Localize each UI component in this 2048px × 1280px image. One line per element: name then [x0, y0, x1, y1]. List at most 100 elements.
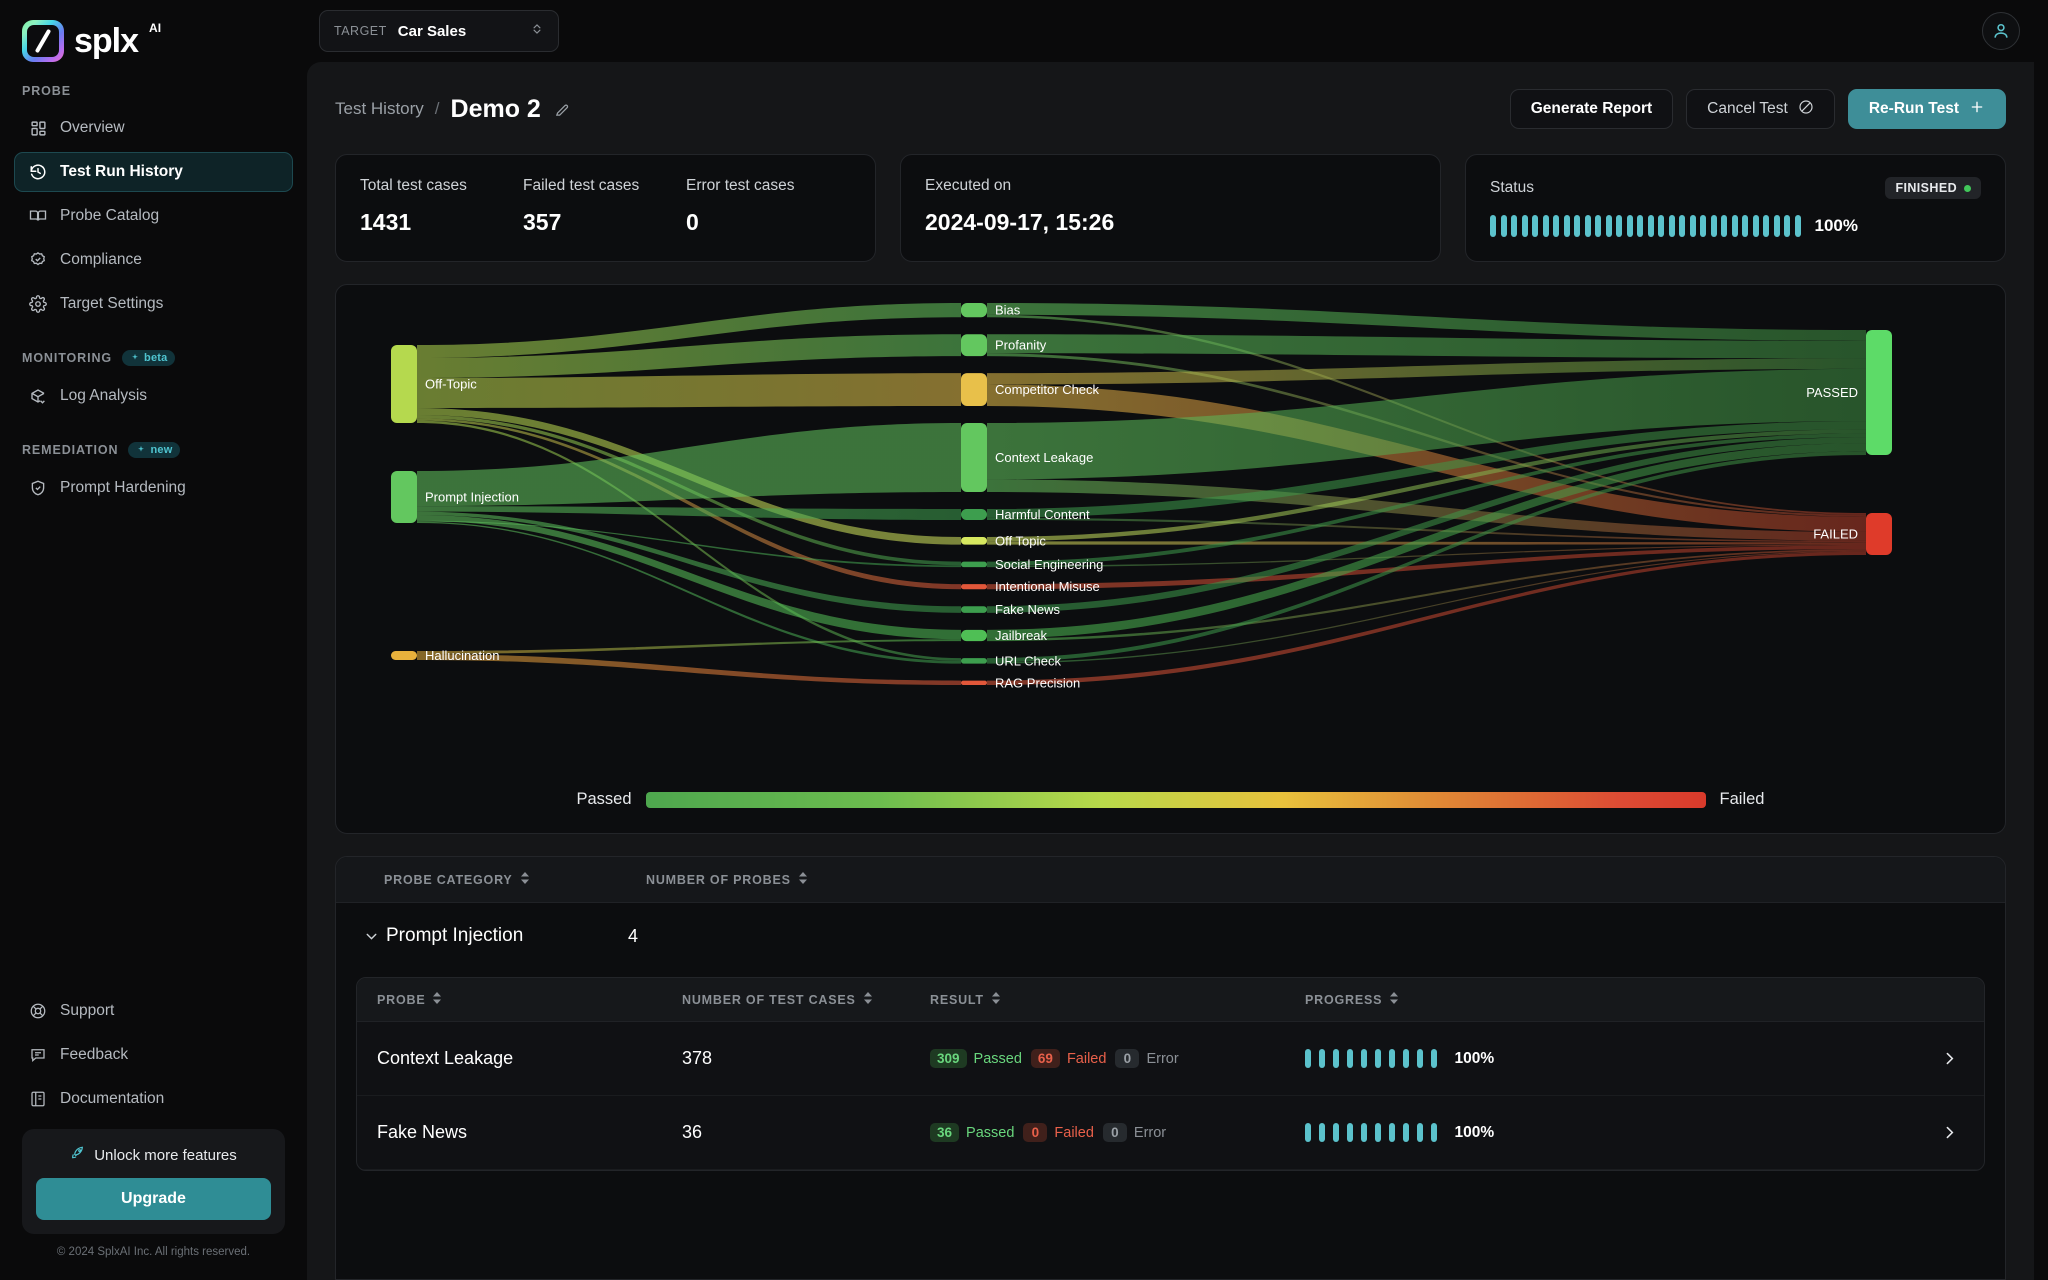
doc-icon — [29, 1090, 47, 1108]
section-remediation-text: REMEDIATION — [22, 443, 118, 457]
probe-table-header: PROBE NUMBER OF TEST CASES RESULT P — [357, 978, 1984, 1022]
status-progress-row: 100% — [1490, 215, 1981, 237]
progress-tick — [1606, 215, 1612, 237]
table-row[interactable]: Context Leakage 378 309 Passed 69 Failed — [357, 1022, 1984, 1096]
sidebar-item-documentation[interactable]: Documentation — [14, 1079, 293, 1119]
cancel-test-button[interactable]: Cancel Test — [1686, 89, 1835, 129]
sidebar-item-feedback[interactable]: Feedback — [14, 1035, 293, 1075]
sankey-node-prompt-injection[interactable] — [391, 471, 417, 523]
th-probe-category[interactable]: PROBE CATEGORY — [384, 872, 646, 887]
section-label-monitoring: MONITORING beta — [0, 350, 307, 366]
progress-tick — [1553, 215, 1559, 237]
th-number-of-test-cases-label: NUMBER OF TEST CASES — [682, 993, 856, 1007]
nav-probe: Overview Test Run History Probe Catalog … — [0, 104, 307, 328]
sankey-node-profanity[interactable] — [961, 334, 987, 356]
sidebar-item-test-run-history[interactable]: Test Run History — [14, 152, 293, 192]
th-probe[interactable]: PROBE — [377, 992, 682, 1007]
sankey-node-context-leakage[interactable] — [961, 423, 987, 492]
th-number-of-probes-label: NUMBER OF PROBES — [646, 873, 791, 887]
sankey-node-off-topic[interactable] — [961, 537, 987, 545]
legend-gradient-bar — [646, 792, 1706, 808]
sidebar-item-target-settings[interactable]: Target Settings — [14, 284, 293, 324]
avatar[interactable] — [1982, 12, 2020, 50]
sidebar-item-label: Test Run History — [60, 163, 183, 181]
upgrade-title: Unlock more features — [94, 1147, 237, 1164]
progress-tick — [1389, 1049, 1395, 1068]
probe-progress-percent: 100% — [1455, 1050, 1495, 1068]
sankey-node-intentional-misuse[interactable] — [961, 584, 987, 589]
error-label: Error — [1134, 1125, 1166, 1141]
sankey-node-social-engineering[interactable] — [961, 562, 987, 567]
sidebar-item-label: Documentation — [60, 1090, 164, 1108]
total-test-cases: Total test cases 1431 — [360, 177, 523, 236]
status-progress-percent: 100% — [1815, 216, 1858, 236]
progress-tick — [1431, 1123, 1437, 1142]
sankey-node-off-topic[interactable] — [391, 345, 417, 423]
progress-tick — [1637, 215, 1643, 237]
sankey-node-fake-news[interactable] — [961, 606, 987, 613]
failed-count: 0 — [1023, 1123, 1047, 1142]
progress-tick — [1403, 1123, 1409, 1142]
sankey-node-failed[interactable] — [1866, 513, 1892, 555]
target-label: TARGET — [334, 24, 387, 38]
sankey-node-bias[interactable] — [961, 303, 987, 317]
total-test-cases-value: 1431 — [360, 209, 523, 236]
th-result[interactable]: RESULT — [930, 992, 1305, 1007]
progress-tick — [1574, 215, 1580, 237]
th-number-of-test-cases[interactable]: NUMBER OF TEST CASES — [682, 992, 930, 1007]
progress-tick — [1347, 1049, 1353, 1068]
badge-new-label: new — [150, 444, 172, 456]
sankey-node-rag-precision[interactable] — [961, 681, 987, 685]
category-row[interactable]: Prompt Injection 4 — [336, 903, 2005, 969]
sidebar-item-support[interactable]: Support — [14, 991, 293, 1031]
sankey-node-label: Hallucination — [425, 648, 499, 663]
passed-chip: 36 Passed — [930, 1123, 1014, 1142]
edit-pencil-icon[interactable] — [554, 101, 571, 118]
box-refresh-icon — [29, 387, 47, 405]
th-progress-label: PROGRESS — [1305, 993, 1382, 1007]
progress-tick — [1417, 1049, 1423, 1068]
sidebar-item-probe-catalog[interactable]: Probe Catalog — [14, 196, 293, 236]
sidebar-item-prompt-hardening[interactable]: Prompt Hardening — [14, 468, 293, 508]
th-number-of-probes[interactable]: NUMBER OF PROBES — [646, 872, 846, 887]
progress-tick — [1595, 215, 1601, 237]
error-label: Error — [1146, 1051, 1178, 1067]
sidebar: splx AI PROBE Overview Test Run History — [0, 0, 307, 1280]
th-progress[interactable]: PROGRESS — [1305, 992, 1399, 1007]
sankey-node-hallucination[interactable] — [391, 651, 417, 660]
row-chevron-right-icon[interactable] — [1941, 1124, 1958, 1141]
sankey-node-competitor-check[interactable] — [961, 373, 987, 406]
probe-result: 309 Passed 69 Failed 0 Error — [930, 1049, 1305, 1068]
progress-tick — [1389, 1123, 1395, 1142]
upgrade-button[interactable]: Upgrade — [36, 1178, 271, 1220]
progress-tick — [1543, 215, 1549, 237]
badge-new: new — [128, 442, 180, 458]
target-selector[interactable]: TARGET Car Sales — [319, 10, 559, 52]
sankey-node-harmful-content[interactable] — [961, 509, 987, 520]
sidebar-item-overview[interactable]: Overview — [14, 108, 293, 148]
progress-tick — [1490, 215, 1496, 237]
progress-tick — [1795, 215, 1801, 237]
sankey-node-label: Harmful Content — [995, 507, 1090, 522]
expand-chevron-down-icon[interactable] — [356, 928, 386, 945]
sankey-node-jailbreak[interactable] — [961, 630, 987, 641]
breadcrumb-parent[interactable]: Test History — [335, 99, 424, 119]
category-table-header: PROBE CATEGORY NUMBER OF PROBES — [336, 857, 2005, 903]
rerun-test-button[interactable]: Re-Run Test — [1848, 89, 2006, 129]
error-count: 0 — [1115, 1049, 1139, 1068]
sankey-node-passed[interactable] — [1866, 330, 1892, 455]
generate-report-button[interactable]: Generate Report — [1510, 89, 1673, 129]
sidebar-item-log-analysis[interactable]: Log Analysis — [14, 376, 293, 416]
sidebar-footer: Support Feedback Documentation — [0, 987, 307, 1280]
upgrade-title-row: Unlock more features — [36, 1145, 271, 1165]
progress-tick — [1732, 215, 1738, 237]
table-row[interactable]: Fake News 36 36 Passed 0 Failed — [357, 1096, 1984, 1170]
sidebar-item-compliance[interactable]: Compliance — [14, 240, 293, 280]
brand-logo[interactable]: splx AI — [0, 0, 307, 62]
sankey-node-url-check[interactable] — [961, 658, 987, 663]
row-chevron-right-icon[interactable] — [1941, 1050, 1958, 1067]
sankey-node-label: URL Check — [995, 653, 1061, 668]
ban-icon — [1798, 99, 1814, 120]
progress-tick — [1403, 1049, 1409, 1068]
progress-tick — [1305, 1049, 1311, 1068]
